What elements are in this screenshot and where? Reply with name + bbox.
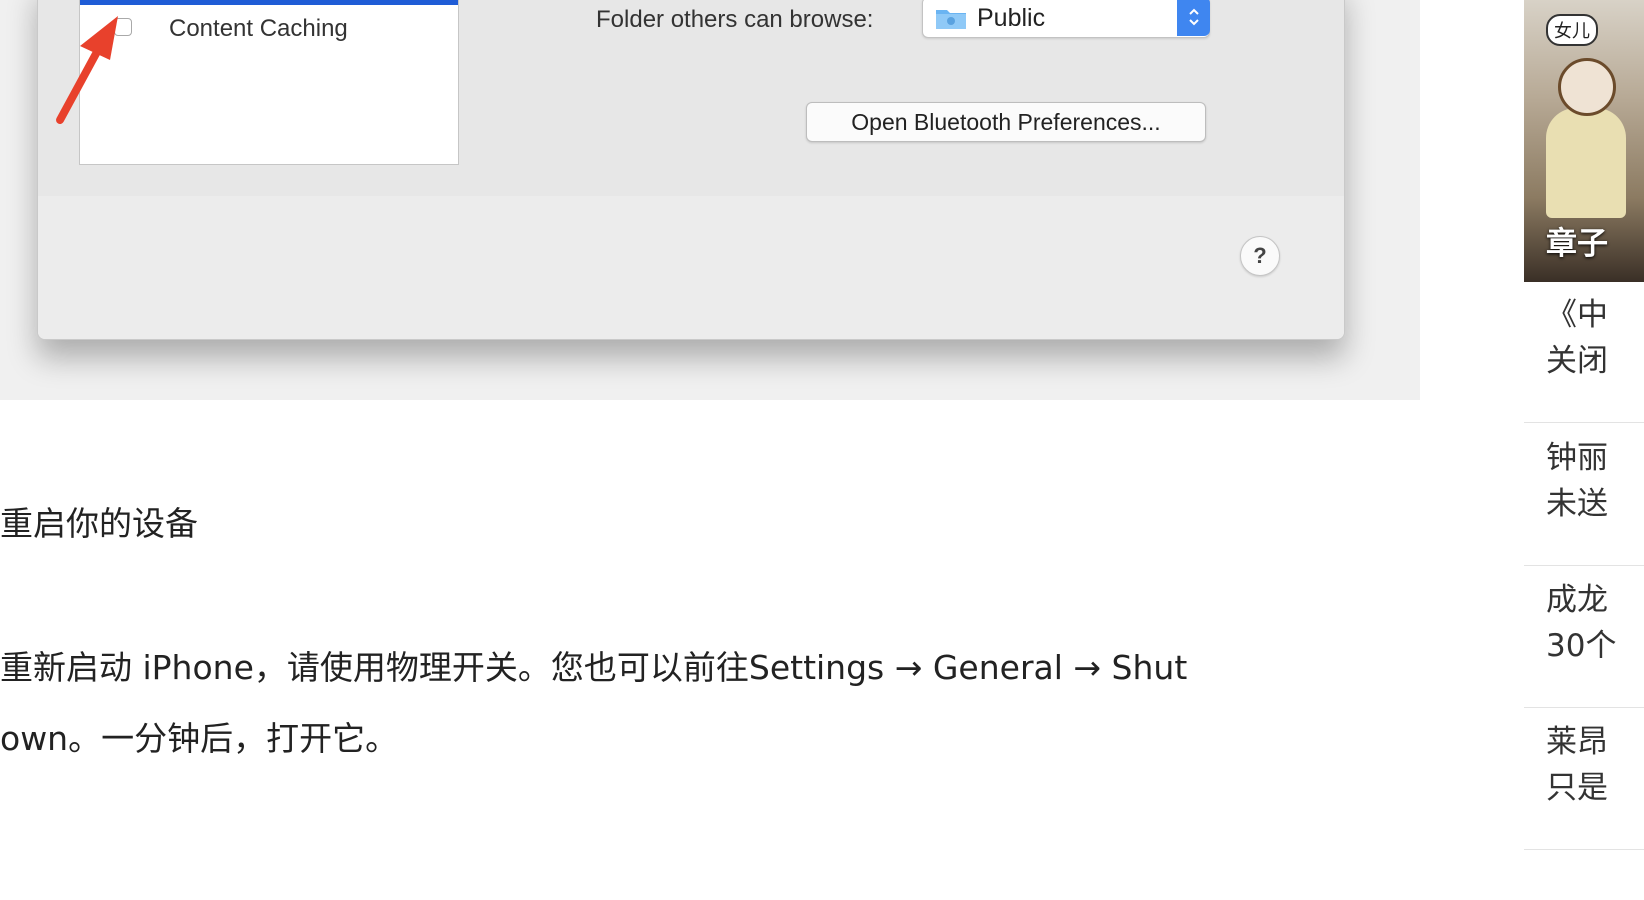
news-title-line: 《中 bbox=[1546, 297, 1608, 333]
service-label: Content Caching bbox=[169, 15, 348, 42]
news-title-line: 莱昂 bbox=[1546, 724, 1608, 760]
news-title-line: 成龙 bbox=[1546, 582, 1608, 618]
window-footer bbox=[38, 196, 1344, 339]
folder-browse-popup[interactable]: Public bbox=[922, 0, 1210, 38]
thumbnail-caption: 章子 bbox=[1546, 226, 1608, 262]
chevron-updown-icon[interactable] bbox=[1177, 0, 1210, 36]
related-news-sidebar: 女儿 章子 《中 关闭 钟丽 未送 成龙 30个 莱昂 只是 bbox=[1524, 0, 1644, 900]
thumbnail-face bbox=[1558, 58, 1616, 116]
news-item[interactable]: 莱昂 只是 bbox=[1524, 709, 1644, 850]
news-item[interactable]: 《中 关闭 bbox=[1524, 282, 1644, 423]
news-item[interactable]: 成龙 30个 bbox=[1524, 567, 1644, 708]
news-title-line: 只是 bbox=[1546, 770, 1608, 806]
news-thumbnail[interactable]: 女儿 章子 bbox=[1524, 0, 1644, 282]
news-item[interactable]: 钟丽 未送 bbox=[1524, 425, 1644, 566]
embedded-screenshot: Content Caching Folder others can browse… bbox=[0, 0, 1420, 400]
help-button[interactable]: ? bbox=[1240, 236, 1280, 276]
news-title-line: 钟丽 bbox=[1546, 440, 1608, 476]
news-title-line: 未送 bbox=[1546, 486, 1608, 522]
section-heading: 重启你的设备 bbox=[0, 504, 198, 543]
red-arrow-annotation bbox=[56, 16, 118, 124]
sharing-preferences-window: Content Caching Folder others can browse… bbox=[37, 0, 1345, 340]
news-title-line: 30个 bbox=[1546, 628, 1617, 664]
thumbnail-figure bbox=[1546, 108, 1626, 218]
folder-icon bbox=[936, 10, 966, 29]
folder-browse-label: Folder others can browse: bbox=[596, 6, 874, 33]
paragraph-line: own。一分钟后，打开它。 bbox=[0, 719, 399, 758]
news-title-line: 关闭 bbox=[1546, 343, 1608, 379]
paragraph-line: 重新启动 iPhone，请使用物理开关。您也可以前往Settings → Gen… bbox=[0, 648, 1188, 687]
popup-value: Public bbox=[977, 4, 1046, 32]
open-bluetooth-preferences-button[interactable]: Open Bluetooth Preferences... bbox=[806, 102, 1206, 142]
thumbnail-badge: 女儿 bbox=[1546, 14, 1598, 46]
